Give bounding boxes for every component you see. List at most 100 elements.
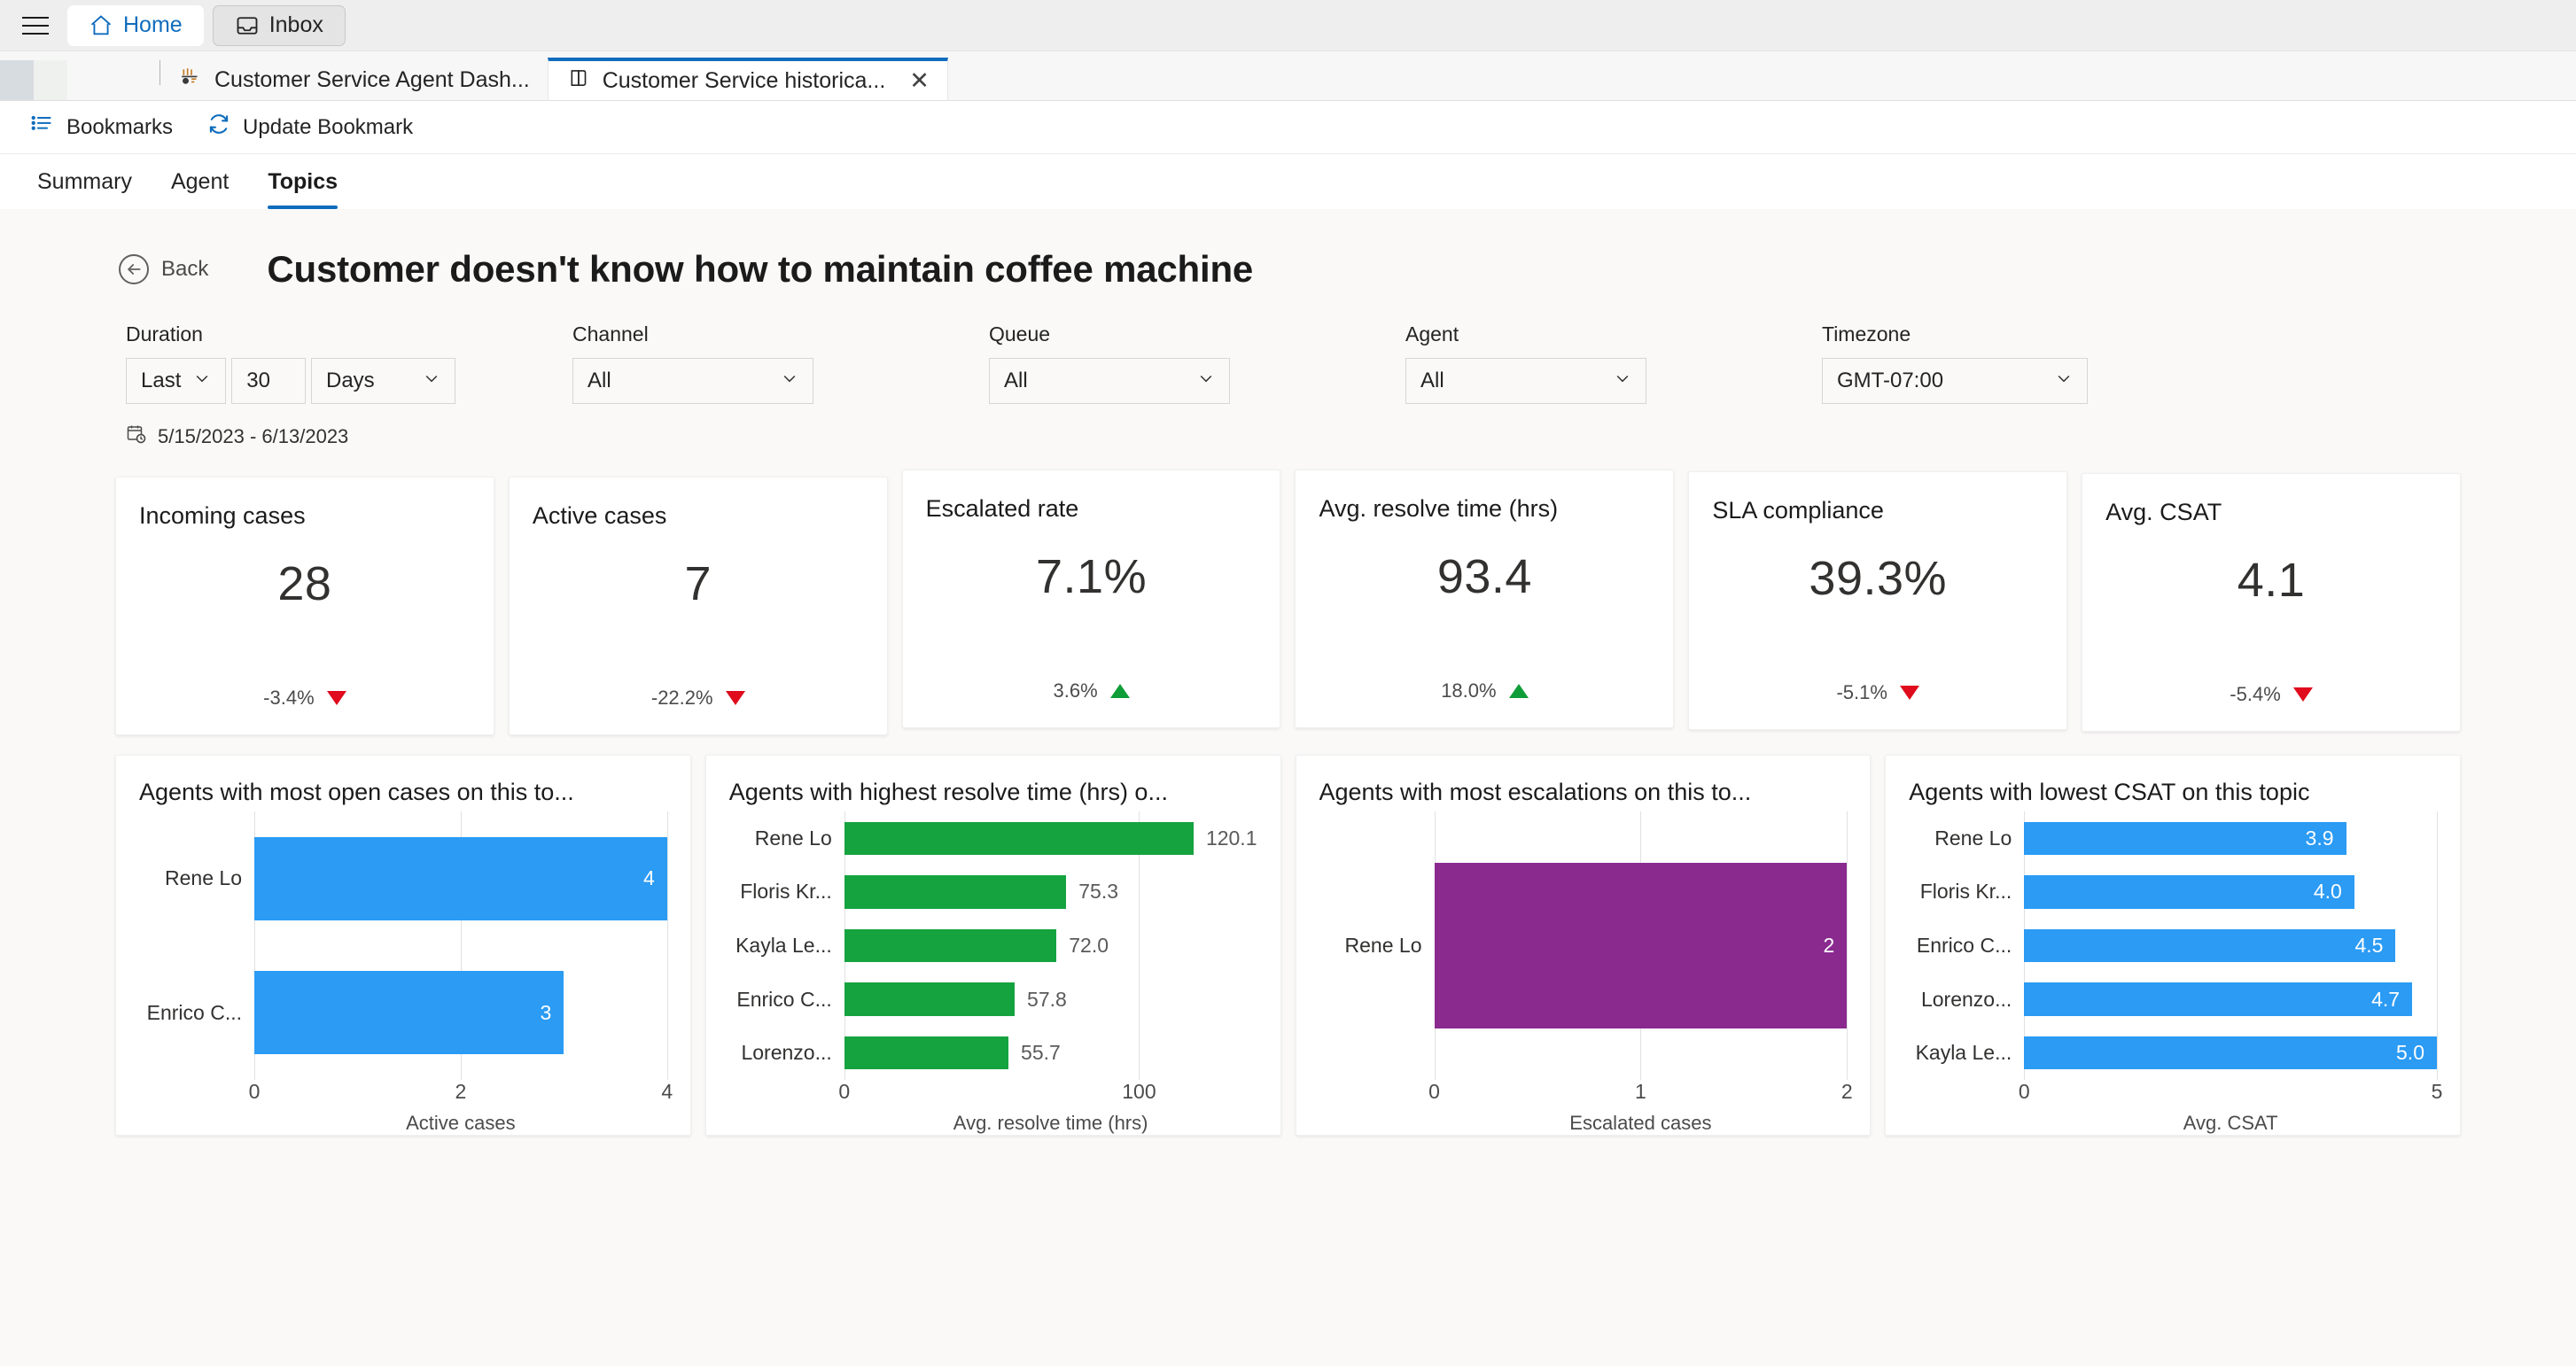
chart-bar-value-label: 55.7 — [1021, 1041, 1061, 1065]
chart-bar[interactable] — [844, 982, 1016, 1016]
kpi-title: Escalated rate — [925, 495, 1079, 522]
chart-bar-row[interactable]: 4 — [254, 811, 667, 946]
duration-mode-select[interactable]: Last — [126, 358, 227, 404]
chart-bar[interactable]: 2 — [1434, 862, 1848, 1029]
tab-agent[interactable]: Agent — [152, 154, 248, 209]
tab-topics[interactable]: Topics — [248, 154, 357, 209]
chart-category-label: Rene Lo — [165, 866, 242, 890]
chart-bar-row[interactable]: 3 — [254, 946, 667, 1081]
kpi-card-sla-compliance[interactable]: SLA compliance 39.3% -5.1% — [1688, 471, 2068, 730]
timezone-select[interactable]: GMT-07:00 — [1822, 358, 2088, 404]
chevron-down-icon — [2044, 369, 2073, 393]
kpi-title: Incoming cases — [139, 502, 306, 529]
filter-queue-label: Queue — [989, 322, 1051, 345]
tab-customer-service-agent-dashboard[interactable]: Customer Service Agent Dash... — [160, 60, 548, 100]
chart-bar-value-label: 57.8 — [1027, 987, 1067, 1011]
duration-unit-select[interactable]: Days — [311, 358, 455, 404]
kpi-card-avg-csat[interactable]: Avg. CSAT 4.1 -5.4% — [2082, 473, 2461, 732]
duration-mode-value: Last — [141, 369, 182, 392]
chart-bar-row[interactable]: 4.0 — [2024, 865, 2437, 920]
chart-bar[interactable]: 5.0 — [2024, 1036, 2437, 1070]
chart-card-resolve-time[interactable]: Agents with highest resolve time (hrs) o… — [704, 755, 1281, 1136]
chart-bar[interactable]: 4.0 — [2024, 875, 2354, 909]
chart-bar[interactable]: 4.7 — [2024, 982, 2413, 1016]
app-pill-inbox[interactable]: Inbox — [212, 4, 346, 46]
chart-bar[interactable] — [844, 821, 1194, 856]
chart-category-label: Rene Lo — [1934, 826, 2012, 850]
chart-title: Agents with most open cases on this to..… — [139, 779, 574, 805]
chart-bar[interactable]: 4 — [254, 836, 667, 920]
close-icon[interactable]: ✕ — [909, 68, 930, 93]
tabstrip-pad-a — [0, 60, 34, 100]
tabstrip-left-pad — [0, 60, 67, 100]
back-button[interactable]: Back — [119, 254, 208, 284]
chart-value-axis: 05 — [2019, 1080, 2443, 1108]
bookmarks-button[interactable]: Bookmarks — [30, 112, 173, 143]
chart-tick-label: 100 — [1122, 1080, 1156, 1103]
hamburger-menu-icon[interactable] — [12, 5, 58, 46]
chart-bar-row[interactable]: 75.3 — [844, 865, 1257, 920]
chart-bar-value-label: 120.1 — [1205, 826, 1257, 850]
chart-bar-row[interactable]: 120.1 — [844, 811, 1257, 865]
kpi-card-avg-resolve-time[interactable]: Avg. resolve time (hrs) 93.4 18.0% — [1295, 470, 1675, 728]
chart-bar-row[interactable]: 2 — [1434, 811, 1848, 1080]
app-pill-home[interactable]: Home — [67, 4, 204, 46]
bookmark-bar: Bookmarks Update Bookmark — [0, 101, 2576, 154]
chart-card-lowest-csat[interactable]: Agents with lowest CSAT on this topic Re… — [1885, 755, 2461, 1136]
chart-plot: Rene Lo Floris Kr... Enrico C... Lorenzo...… — [1909, 811, 2443, 1135]
kpi-delta-text: -5.4% — [2230, 683, 2281, 705]
kpi-delta-text: 18.0% — [1441, 679, 1497, 702]
kpi-delta-text: -22.2% — [650, 687, 713, 709]
channel-select[interactable]: All — [572, 358, 813, 404]
chart-bar[interactable] — [844, 1036, 1009, 1070]
chart-bar-row[interactable]: 4.7 — [2024, 973, 2437, 1027]
tab-customer-service-historical[interactable]: Customer Service historica... ✕ — [547, 58, 948, 100]
kpi-card-incoming-cases[interactable]: Incoming cases 28 -3.4% — [115, 477, 494, 735]
queue-select[interactable]: All — [989, 358, 1230, 404]
kpi-value: 7 — [684, 557, 712, 610]
chart-category-label: Enrico C... — [736, 987, 832, 1011]
chart-bar[interactable]: 3.9 — [2024, 821, 2346, 856]
chart-bar[interactable]: 4.5 — [2024, 928, 2396, 963]
chart-bar-row[interactable]: 57.8 — [844, 973, 1257, 1027]
update-bookmark-button[interactable]: Update Bookmark — [206, 112, 413, 143]
tab-summary[interactable]: Summary — [18, 154, 152, 209]
kpi-delta-text: 3.6% — [1053, 679, 1098, 702]
chart-title: Agents with highest resolve time (hrs) o… — [728, 779, 1168, 805]
chart-bar-row[interactable]: 4.5 — [2024, 919, 2437, 973]
chart-card-open-cases[interactable]: Agents with most open cases on this to..… — [115, 755, 691, 1136]
chart-tick-label: 4 — [661, 1080, 673, 1103]
chart-title: Agents with most escalations on this to.… — [1319, 779, 1752, 805]
chart-tick-label: 2 — [455, 1080, 467, 1103]
page-content: Back Customer doesn't know how to mainta… — [0, 209, 2576, 1366]
chart-bar-row[interactable]: 3.9 — [2024, 811, 2437, 865]
chart-bar[interactable] — [844, 928, 1057, 963]
agent-select[interactable]: All — [1405, 358, 1646, 404]
chart-plot: Rene Lo 2 0 1 2 Escalated cases — [1319, 811, 1853, 1135]
filter-timezone-label: Timezone — [1822, 322, 1911, 345]
chart-bar[interactable]: 3 — [254, 971, 564, 1055]
chart-tick-label: 1 — [1634, 1080, 1646, 1103]
chart-tick-label: 0 — [1428, 1080, 1440, 1103]
kpi-card-active-cases[interactable]: Active cases 7 -22.2% — [508, 477, 888, 735]
chart-bars: 43 — [254, 811, 667, 1080]
chart-card-escalations[interactable]: Agents with most escalations on this to.… — [1295, 755, 1872, 1136]
filter-duration: Duration Last 30 Days — [126, 322, 455, 404]
chart-category-label: Kayla Le... — [1915, 1041, 2012, 1065]
kpi-delta-text: -3.4% — [263, 687, 315, 709]
filter-duration-label: Duration — [126, 322, 203, 345]
chart-axis-title: Avg. CSAT — [2183, 1112, 2278, 1134]
chart-axis-title: Active cases — [406, 1112, 516, 1134]
chart-category-label: Kayla Le... — [735, 934, 832, 957]
chevron-down-icon — [412, 369, 440, 393]
home-icon — [89, 13, 113, 38]
duration-amount-input[interactable]: 30 — [231, 358, 306, 404]
chart-bar[interactable] — [844, 875, 1067, 909]
chart-bar-row[interactable]: 55.7 — [844, 1026, 1257, 1080]
chart-bars-area: 2 0 1 2 Escalated cases — [1428, 811, 1853, 1135]
chart-bar-row[interactable]: 72.0 — [844, 919, 1257, 973]
kpi-card-escalated-rate[interactable]: Escalated rate 7.1% 3.6% — [901, 470, 1281, 728]
tab-summary-label: Summary — [37, 168, 132, 194]
tab-agent-label: Agent — [170, 168, 230, 194]
chart-bar-row[interactable]: 5.0 — [2024, 1026, 2437, 1080]
